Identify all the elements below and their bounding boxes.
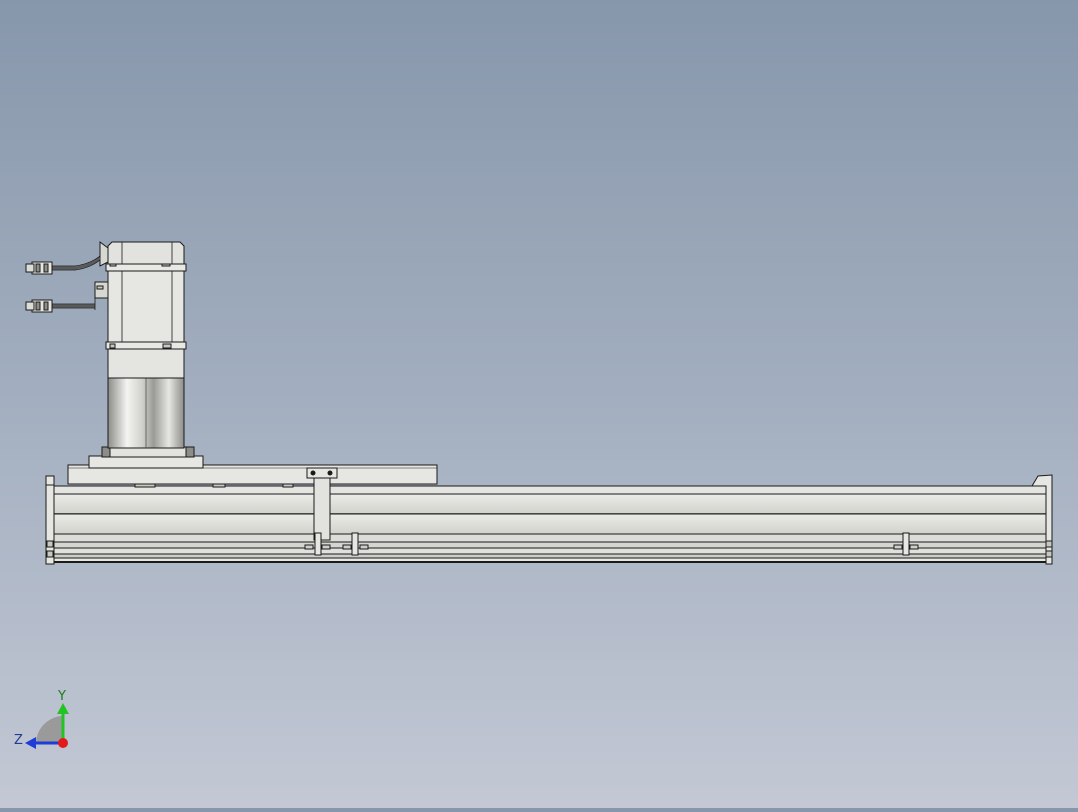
linear-actuator-model[interactable] [25,241,1053,565]
y-axis-arrowhead [57,703,69,714]
motor-mount-base [88,446,204,469]
cad-viewport[interactable]: Y Z [0,0,1078,808]
axis-triad: Y Z [14,689,69,749]
z-axis-arrowhead [25,737,36,749]
power-connector [25,261,53,275]
z-axis-label: Z [14,733,23,748]
left-end-cap [45,475,55,565]
adapter-flange [105,341,187,379]
encoder-connector [25,299,53,313]
actuator-rail [52,485,1047,563]
cable-gland-top [99,241,109,267]
reducer-cylinder [107,377,185,449]
y-axis-label: Y [57,689,66,704]
servo-motor [105,241,187,343]
cad-drawing[interactable]: Y Z [0,0,1078,808]
x-axis-dot [58,738,68,748]
power-cable [52,256,101,270]
cable-gland-bottom [94,281,109,299]
triad-arc [36,716,62,742]
